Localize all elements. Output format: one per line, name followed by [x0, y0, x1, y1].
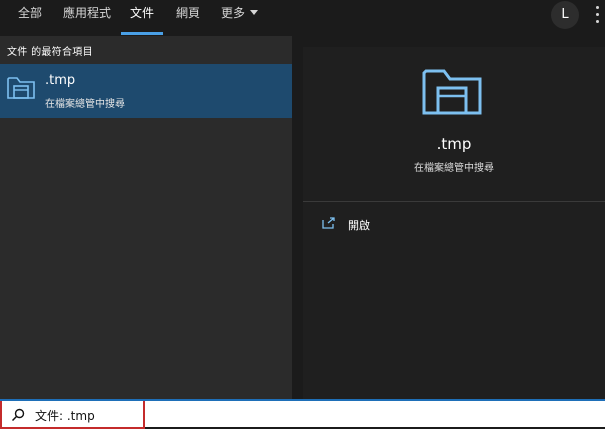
tab-apps[interactable]: 應用程式	[63, 0, 111, 36]
search-bar: 文件: .tmp	[0, 399, 605, 429]
folder-explorer-icon	[422, 69, 482, 115]
preview-subtitle: 在檔案總管中搜尋	[414, 163, 494, 174]
chevron-down-icon	[250, 10, 259, 15]
best-match-header: 文件 的最符合項目	[7, 47, 93, 58]
result-subtitle: 在檔案總管中搜尋	[45, 99, 125, 110]
open-action[interactable]: 開啟	[315, 213, 595, 237]
more-options-icon[interactable]	[596, 6, 600, 24]
folder-explorer-icon	[7, 77, 35, 99]
result-item-tmp[interactable]: .tmp 在檔案總管中搜尋	[0, 64, 292, 118]
tab-documents[interactable]: 文件	[130, 0, 154, 36]
search-query-text: 文件: .tmp	[35, 409, 95, 423]
filter-tab-bar: 全部 應用程式 文件 網頁 更多 L	[0, 0, 605, 36]
tab-all[interactable]: 全部	[18, 0, 42, 36]
active-tab-indicator	[121, 32, 163, 35]
tab-web[interactable]: 網頁	[176, 0, 200, 36]
result-title: .tmp	[45, 73, 76, 88]
open-action-label: 開啟	[348, 219, 370, 232]
search-input[interactable]: 文件: .tmp	[0, 401, 145, 429]
divider	[303, 201, 605, 202]
account-avatar[interactable]: L	[551, 1, 579, 29]
results-panel: 文件 的最符合項目 .tmp 在檔案總管中搜尋	[0, 36, 292, 399]
search-icon	[11, 408, 25, 422]
preview-title: .tmp	[436, 135, 472, 153]
tab-more[interactable]: 更多	[221, 0, 259, 36]
preview-panel: .tmp 在檔案總管中搜尋 開啟	[303, 47, 605, 399]
tab-more-label: 更多	[221, 6, 246, 20]
open-external-icon	[322, 217, 335, 229]
